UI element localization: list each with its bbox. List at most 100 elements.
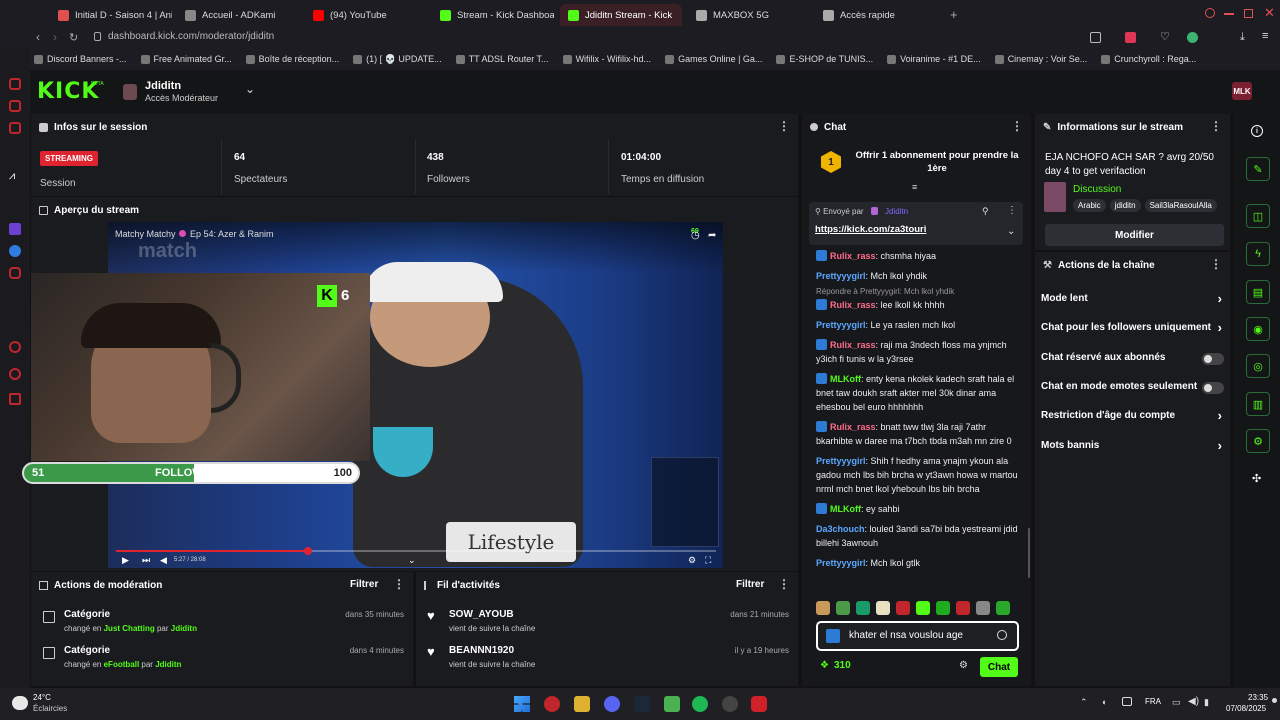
reload-icon[interactable]: ↻ (69, 31, 78, 44)
chat-username[interactable]: MLKoff (830, 374, 861, 384)
taskbar-obs-icon[interactable] (722, 696, 738, 712)
close-icon[interactable]: ✕ (1264, 5, 1275, 21)
clock-time[interactable]: 23:35 (1248, 693, 1268, 702)
emote-icon[interactable] (856, 601, 870, 615)
chat-message[interactable]: Prettyyygirl: Mch lkol gtlk (816, 556, 1022, 570)
chat-message[interactable]: MLKoff: enty kena nkolek kadech sraft ha… (816, 372, 1022, 414)
quick-pen-icon[interactable]: ✎ (1246, 157, 1270, 181)
category-name[interactable]: Discussion (1073, 184, 1121, 195)
quick-doc-icon[interactable]: ▤ (1246, 280, 1270, 304)
sidebar-inbox-icon[interactable] (9, 122, 21, 134)
quick-layout-icon[interactable]: ▥ (1246, 392, 1270, 416)
emote-icon[interactable] (876, 601, 890, 615)
emote-icon[interactable] (836, 601, 850, 615)
browser-tab[interactable]: Accès rapide (815, 4, 945, 26)
tray-device-icon[interactable] (1122, 697, 1132, 706)
emoji-icon[interactable] (997, 630, 1007, 640)
chat-username[interactable]: Prettyyygirl (816, 320, 866, 330)
pinned-expand-chevron-icon[interactable]: ⌄ (1007, 226, 1015, 237)
emote-icon[interactable] (976, 601, 990, 615)
search-icon[interactable] (1205, 8, 1215, 18)
screenshot-icon[interactable] (1090, 32, 1101, 43)
bookmark-item[interactable]: Discord Banners -... (34, 54, 127, 65)
chat-message[interactable]: Rulix_rass: bnatt tww tlwj 3la raji 7ath… (816, 420, 1022, 448)
taskbar-android-icon[interactable] (664, 696, 680, 712)
sidebar-cube-icon[interactable] (9, 393, 21, 405)
emote-icon[interactable] (916, 601, 930, 615)
emote-icon[interactable] (996, 601, 1010, 615)
stream-tag[interactable]: Arabic (1073, 199, 1106, 212)
chat-username[interactable]: Rulix_rass (830, 300, 876, 310)
bookmark-item[interactable]: (1) [ 💀 UPDATE... (353, 54, 442, 65)
bookmark-item[interactable]: Games Online | Ga... (665, 54, 762, 65)
menu-icon[interactable]: ≡ (1262, 30, 1268, 42)
browser-tab[interactable]: Jdiditn Stream - Kick (560, 4, 682, 26)
moderation-value[interactable]: Just Chatting (104, 624, 155, 633)
info-icon[interactable]: i (1251, 125, 1263, 137)
browser-tab[interactable]: MAXBOX 5G (688, 4, 810, 26)
activity-menu-icon[interactable]: ⋮ (778, 578, 790, 590)
play-icon[interactable]: ▶ (122, 555, 129, 566)
sidebar-home-icon[interactable] (9, 78, 21, 90)
notification-icon[interactable] (1272, 698, 1277, 703)
sidebar-instagram-icon[interactable] (9, 267, 21, 279)
bookmark-item[interactable]: Cinemay : Voir Se... (994, 54, 1087, 65)
emote-icon[interactable] (816, 601, 830, 615)
moderation-filter-button[interactable]: Filtrer (350, 579, 378, 590)
bookmark-item[interactable]: Voiranime - #1 DE... (887, 54, 981, 65)
browser-tab[interactable]: Initial D - Saison 4 | Anim (50, 4, 172, 26)
emote-icon[interactable] (896, 601, 910, 615)
taskbar-opera-icon[interactable] (544, 696, 560, 712)
moderation-menu-icon[interactable]: ⋮ (393, 578, 405, 590)
sidebar-pen-icon[interactable]: ⩘ (9, 170, 15, 183)
pinned-menu-icon[interactable]: ⋮ (1007, 205, 1017, 216)
tray-expand-icon[interactable]: ⌃ (1080, 697, 1088, 708)
chat-username[interactable]: Prettyyygirl (816, 456, 866, 466)
chat-message[interactable]: Rulix_rass: chsmha hiyaa (816, 249, 1022, 263)
download-icon[interactable]: ⤓ (1240, 31, 1245, 44)
chat-input-box[interactable]: khater el nsa vouslou age (816, 621, 1019, 651)
session-menu-icon[interactable]: ⋮ (778, 120, 790, 132)
start-button[interactable] (514, 696, 530, 712)
emote-icon[interactable] (956, 601, 970, 615)
stream-tag[interactable]: jdiditn (1109, 199, 1141, 212)
channel-action-item[interactable]: Restriction d'âge du compte › (1041, 408, 1224, 424)
pinned-link[interactable]: https://kick.com/za3touri (815, 224, 926, 235)
taskbar-files-icon[interactable] (574, 696, 590, 712)
send-chat-button[interactable]: Chat (980, 657, 1018, 677)
quick-chat-icon[interactable]: ◉ (1246, 317, 1270, 341)
sidebar-history-icon[interactable] (9, 368, 21, 380)
quick-broadcast-icon[interactable]: ◎ (1246, 354, 1270, 378)
chat-message[interactable]: Prettyyygirl: Le ya raslen mch lkol (816, 318, 1022, 332)
chat-username[interactable]: Rulix_rass (830, 422, 876, 432)
tray-language[interactable]: FRA (1145, 697, 1161, 706)
seek-handle[interactable] (304, 547, 312, 555)
channel-actions-menu-icon[interactable]: ⋮ (1210, 258, 1222, 270)
channel-action-toggle[interactable] (1202, 382, 1224, 394)
chat-username[interactable]: Prettyyygirl (816, 271, 866, 281)
minimize-icon[interactable] (1224, 13, 1234, 15)
channel-action-item[interactable]: Chat pour les followers uniquement › (1041, 320, 1224, 336)
unpin-icon[interactable]: ⚲ (982, 206, 989, 217)
tray-battery-icon[interactable]: ▮ (1204, 697, 1209, 708)
bookmark-item[interactable]: Crunchyroll : Rega... (1101, 54, 1196, 65)
settings-icon[interactable]: ⚙ (688, 555, 696, 566)
browser-tab[interactable]: Stream - Kick Dashboard (432, 4, 554, 26)
bookmark-item[interactable]: TT ADSL Router T... (455, 54, 549, 65)
chat-menu-icon[interactable]: ⋮ (1011, 120, 1023, 132)
taskbar-spotify-icon[interactable] (692, 696, 708, 712)
sidebar-flow-icon[interactable] (9, 100, 21, 112)
gift-collapse-icon[interactable]: ≡ (912, 182, 917, 192)
browser-tab[interactable]: (94) YouTube (305, 4, 427, 26)
maximize-icon[interactable] (1244, 9, 1253, 18)
heart-icon[interactable]: ♡ (1160, 30, 1170, 43)
moderation-user[interactable]: Jdiditn (171, 624, 197, 633)
gift-sub-text[interactable]: Offrir 1 abonnement pour prendre la 1ère (852, 149, 1022, 175)
chat-message[interactable]: Prettyyygirl: Mch lkol yhdik (816, 269, 1022, 283)
chat-message[interactable]: Prettyyygirl: Shih f hedhy ama ynajm yko… (816, 454, 1022, 496)
chat-username[interactable]: Da3chouch (816, 524, 865, 534)
new-tab-icon[interactable]: + (950, 7, 958, 22)
quick-clip-icon[interactable]: ◫ (1246, 204, 1270, 228)
sidebar-twitch-icon[interactable] (9, 223, 21, 235)
moderation-value[interactable]: eFootball (104, 660, 140, 669)
